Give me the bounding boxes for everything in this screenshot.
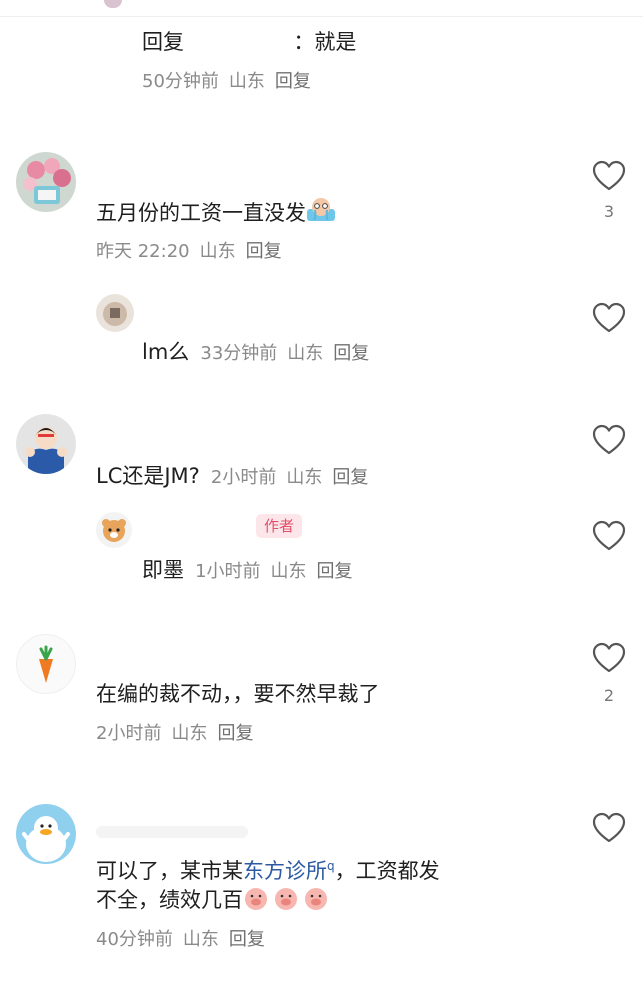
like-heart-icon[interactable] xyxy=(592,160,626,192)
comment-4-line1: 可以了，某市某东方诊所q，工资都发 xyxy=(96,850,440,887)
comment-0-text: 回复 ：就是 xyxy=(142,26,356,58)
comment-content: 可以了，某市某 xyxy=(96,859,243,883)
reply-meta: 1小时前 山东 回复 xyxy=(195,561,362,582)
comment-content: 五月份的工资一直没发 xyxy=(96,201,306,225)
reply-button[interactable]: 回复 xyxy=(333,343,369,364)
comment-location: 山东 xyxy=(286,467,323,488)
comment-location: 山东 xyxy=(228,71,265,92)
reply-content: lm么 xyxy=(142,340,190,364)
avatar[interactable] xyxy=(16,414,76,474)
author-badge: 作者 xyxy=(256,514,303,538)
reply-button[interactable]: 回复 xyxy=(317,561,353,582)
comment-content-line2: 不全，绩效几百 xyxy=(96,888,243,912)
reply-1-row: lm么 33分钟前 山东 回复 xyxy=(142,336,379,368)
like-count: 3 xyxy=(603,202,615,221)
comment-content-cont: ，工资都发 xyxy=(334,859,440,883)
reply-button[interactable]: 回复 xyxy=(246,241,282,262)
comment-time: 昨天 22:20 xyxy=(96,241,190,262)
like-heart-icon[interactable] xyxy=(592,424,626,456)
avatar[interactable] xyxy=(96,294,134,332)
comment-time: 1小时前 xyxy=(195,561,261,582)
username-redacted xyxy=(96,826,248,838)
comment-location: 山东 xyxy=(182,929,219,950)
comment-time: 40分钟前 xyxy=(96,929,173,950)
crying-emoji-icon xyxy=(306,196,336,233)
avatar[interactable] xyxy=(96,512,132,548)
comment-1-text: 五月份的工资一直没发 xyxy=(96,196,336,233)
like-heart-icon[interactable] xyxy=(592,642,626,674)
like-heart-icon[interactable] xyxy=(592,812,626,844)
comment-location: 山东 xyxy=(171,723,208,744)
avatar[interactable] xyxy=(16,804,76,864)
reply-content: 即墨 xyxy=(142,558,184,582)
like-heart-icon[interactable] xyxy=(592,520,626,552)
reply-meta: 33分钟前 山东 回复 xyxy=(200,343,379,364)
comment-1-meta: 昨天 22:20 山东 回复 xyxy=(96,240,292,264)
reply-prefix: 回复 xyxy=(142,30,184,54)
like-count: 2 xyxy=(603,686,615,705)
comment-time: 2小时前 xyxy=(96,723,162,744)
comment-3-meta: 2小时前 山东 回复 xyxy=(96,722,263,746)
comment-location: 山东 xyxy=(199,241,236,262)
avatar[interactable] xyxy=(16,152,76,212)
reply-button[interactable]: 回复 xyxy=(229,929,265,950)
reply-content: ：就是 xyxy=(293,30,357,54)
reply-2-row: 即墨 1小时前 山东 回复 xyxy=(142,554,363,586)
place-link[interactable]: 东方诊所 xyxy=(243,859,327,883)
search-icon[interactable]: q xyxy=(327,859,335,873)
comment-location: 山东 xyxy=(270,561,307,582)
comment-content: LC还是JM? xyxy=(96,464,200,488)
comment-time: 2小时前 xyxy=(210,467,277,488)
comment-0-meta: 50分钟前 山东 回复 xyxy=(142,70,321,94)
comment-location: 山东 xyxy=(287,343,324,364)
comment-time: 50分钟前 xyxy=(142,71,219,92)
like-heart-icon[interactable] xyxy=(592,302,626,334)
comment-meta: 2小时前 山东 回复 xyxy=(211,467,378,488)
comment-content: 在编的裁不动，，要不然早裁了 xyxy=(96,682,380,706)
reply-button[interactable]: 回复 xyxy=(275,71,311,92)
comment-2-row: LC还是JM? 2小时前 山东 回复 xyxy=(96,460,378,492)
top-edge xyxy=(0,0,643,17)
comment-4-line2: 不全，绩效几百 xyxy=(96,884,333,920)
reply-button[interactable]: 回复 xyxy=(332,467,368,488)
avatar[interactable] xyxy=(16,634,76,694)
comment-4-meta: 40分钟前 山东 回复 xyxy=(96,928,275,952)
pig-face-emoji-icon xyxy=(243,885,333,920)
comment-time: 33分钟前 xyxy=(200,343,278,364)
reply-button[interactable]: 回复 xyxy=(217,723,253,744)
